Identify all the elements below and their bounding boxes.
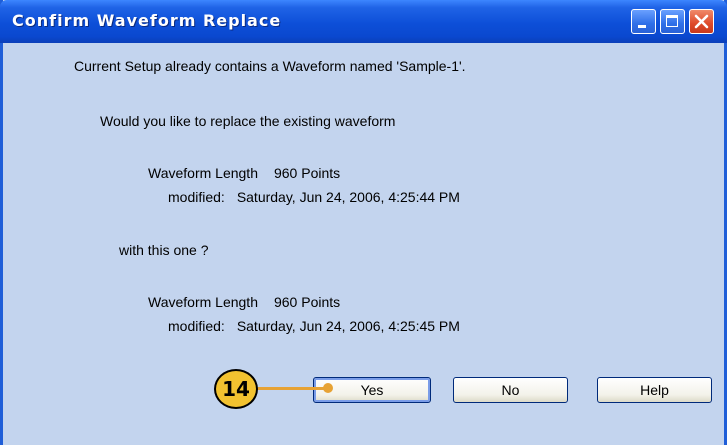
message-with-this: with this one ? xyxy=(119,242,209,258)
minimize-button[interactable] xyxy=(631,9,656,34)
existing-modified-label: modified: xyxy=(168,189,225,205)
no-button[interactable]: No xyxy=(453,377,568,403)
callout-step-badge: 14 xyxy=(214,369,258,409)
existing-length-value: 960 Points xyxy=(273,165,341,181)
window-title: Confirm Waveform Replace xyxy=(12,11,282,30)
callout-leader-line xyxy=(256,387,329,390)
new-length-label: Waveform Length xyxy=(148,294,258,310)
dialog-window: Confirm Waveform Replace Current Setup a… xyxy=(0,0,727,445)
close-button[interactable] xyxy=(689,9,714,34)
new-length-row: Waveform Length 960 Points xyxy=(148,294,340,310)
new-modified-row: modified: Saturday, Jun 24, 2006, 4:25:45… xyxy=(168,318,460,334)
message-question: Would you like to replace the existing w… xyxy=(100,113,396,129)
minimize-icon xyxy=(638,25,646,28)
close-icon xyxy=(694,14,709,29)
existing-modified-row: modified: Saturday, Jun 24, 2006, 4:25:44… xyxy=(168,189,460,205)
maximize-button[interactable] xyxy=(660,9,685,34)
callout-leader-dot xyxy=(323,383,333,393)
new-modified-label: modified: xyxy=(168,318,225,334)
existing-modified-value: Saturday, Jun 24, 2006, 4:25:44 PM xyxy=(236,189,460,205)
existing-length-row: Waveform Length 960 Points xyxy=(148,165,340,181)
help-button[interactable]: Help xyxy=(597,377,712,403)
existing-length-label: Waveform Length xyxy=(148,165,258,181)
message-existing-name: Current Setup already contains a Wavefor… xyxy=(74,58,466,74)
maximize-icon xyxy=(666,15,678,27)
title-bar[interactable]: Confirm Waveform Replace xyxy=(0,0,727,43)
new-modified-value: Saturday, Jun 24, 2006, 4:25:45 PM xyxy=(236,318,460,334)
new-length-value: 960 Points xyxy=(273,294,341,310)
